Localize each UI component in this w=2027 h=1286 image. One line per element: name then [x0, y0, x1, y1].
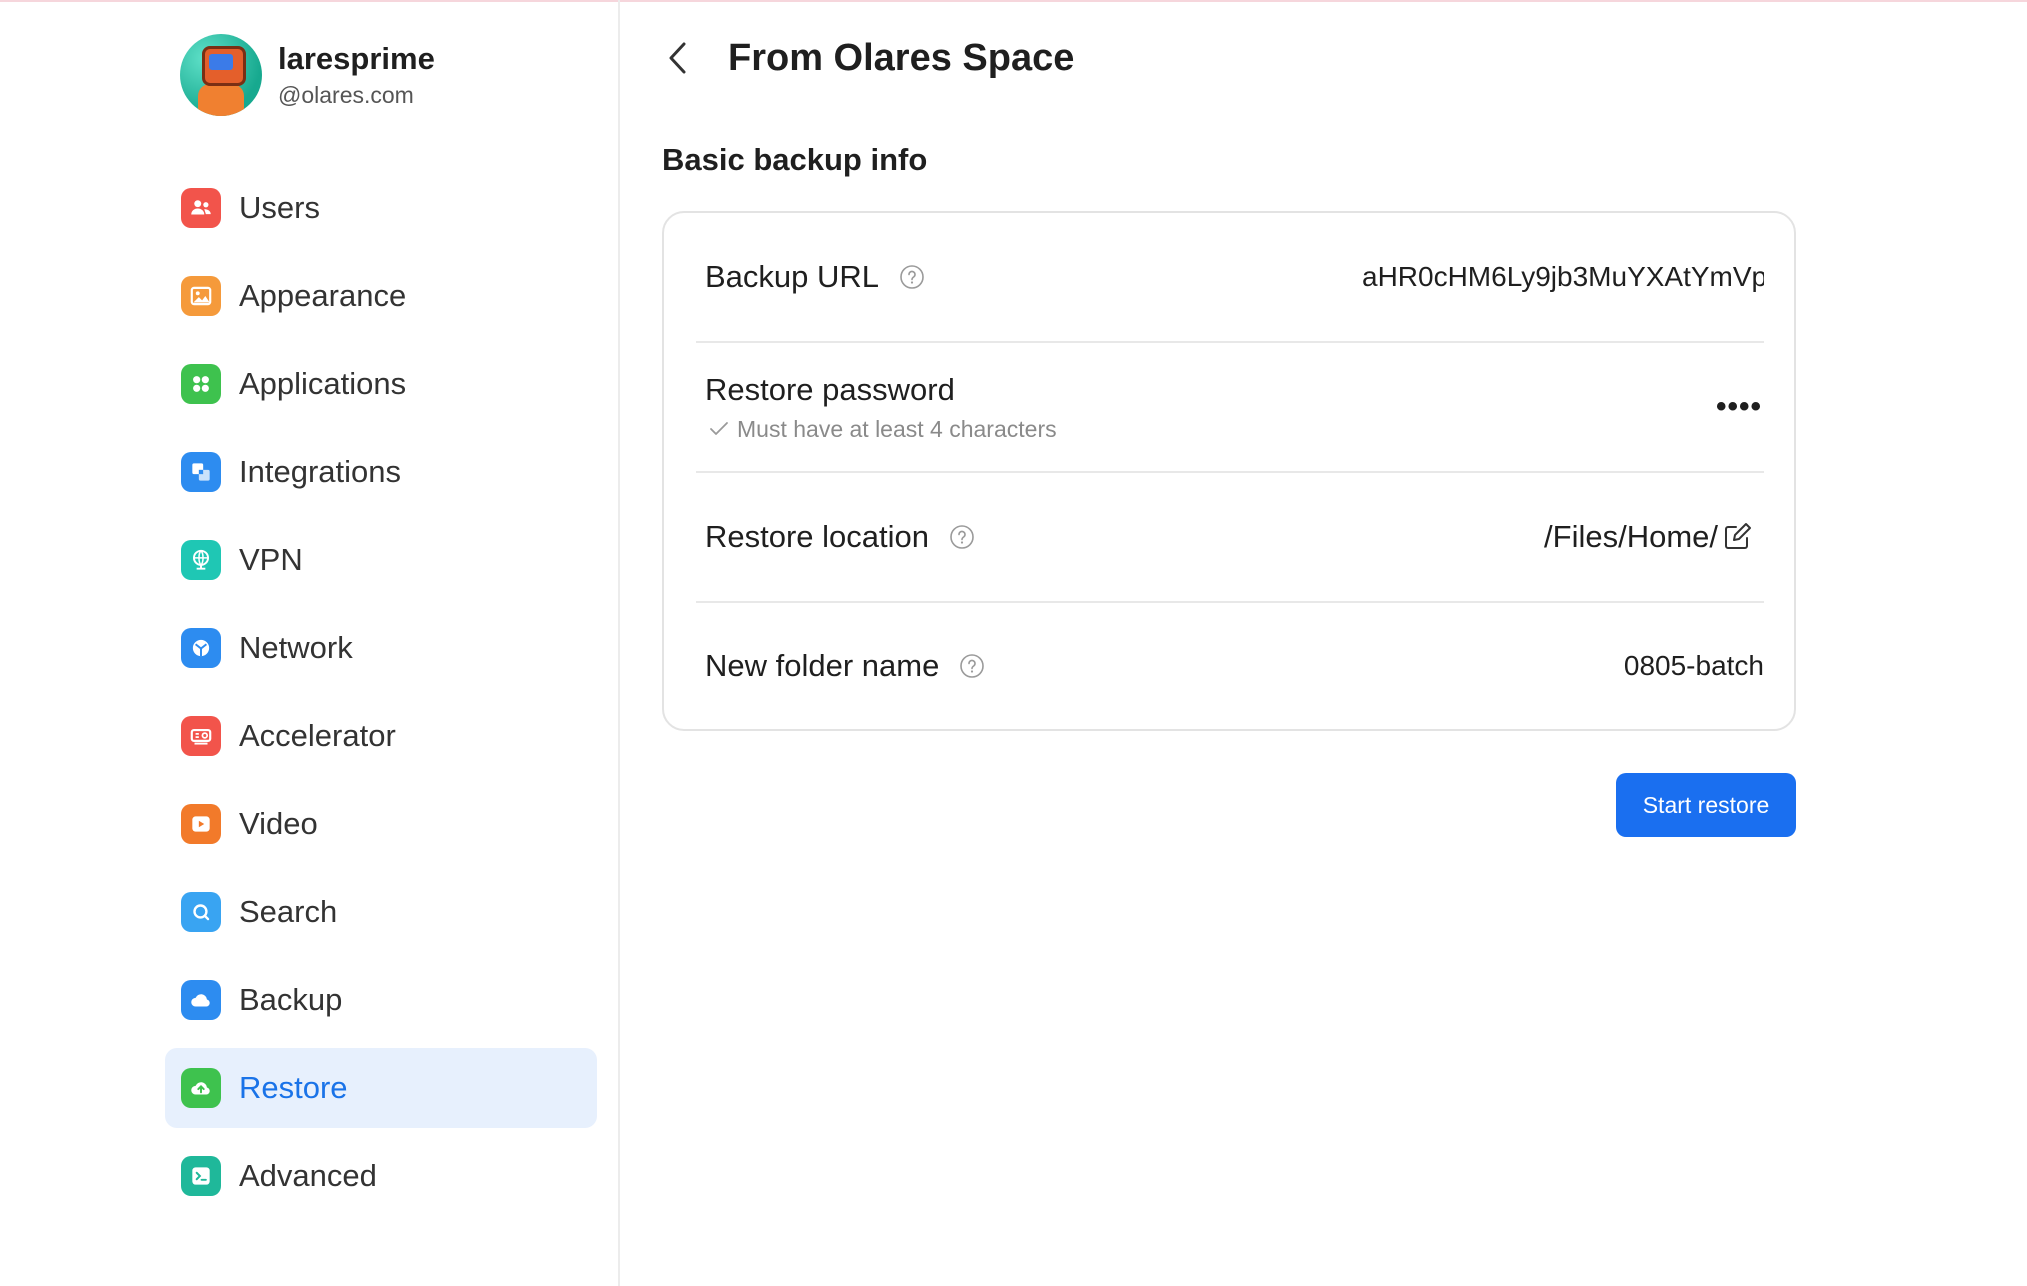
- password-hint: Must have at least 4 characters: [705, 416, 1057, 443]
- sidebar-item-label: Applications: [239, 366, 407, 401]
- restore-password-row: Restore password Must have at least 4 ch…: [696, 343, 1764, 473]
- help-icon[interactable]: [949, 524, 975, 550]
- sidebar-item-advanced[interactable]: Advanced: [165, 1136, 597, 1216]
- restore-location-row: Restore location /Files/Home/: [696, 473, 1764, 603]
- username: laresprime: [278, 41, 435, 76]
- restore-location-value: /Files/Home/: [1544, 519, 1718, 554]
- sidebar-item-accelerator[interactable]: Accelerator: [165, 696, 597, 776]
- sidebar-item-label: Network: [239, 630, 353, 665]
- sidebar-item-label: Video: [239, 806, 318, 841]
- restore-password-label: Restore password: [705, 371, 955, 407]
- restore-location-label: Restore location: [705, 519, 930, 554]
- chevron-left-icon: [669, 42, 686, 74]
- backup-info-card: Backup URL aHR0cHM6Ly9jb3MuYXAtYmVpamluZ…: [662, 211, 1796, 731]
- sidebar-item-label: Restore: [239, 1070, 348, 1105]
- new-folder-label: New folder name: [705, 648, 940, 683]
- sidebar-item-label: Advanced: [239, 1158, 377, 1193]
- cloud-icon: [181, 980, 221, 1020]
- cloud-upload-icon: [181, 1068, 221, 1108]
- new-folder-row: New folder name 0805-batch: [696, 603, 1764, 729]
- restore-password-value[interactable]: ••••: [1716, 390, 1762, 424]
- backup-url-label: Backup URL: [705, 259, 880, 294]
- back-button[interactable]: [660, 30, 696, 86]
- page-title: From Olares Space: [728, 36, 1075, 79]
- sidebar-item-label: Backup: [239, 982, 343, 1017]
- terminal-icon: [181, 1156, 221, 1196]
- sidebar-item-label: VPN: [239, 542, 303, 577]
- play-icon: [181, 804, 221, 844]
- help-icon[interactable]: [959, 653, 985, 679]
- apps-grid-icon: [181, 364, 221, 404]
- sidebar-item-label: Integrations: [239, 454, 401, 489]
- sidebar-item-appearance[interactable]: Appearance: [165, 256, 597, 336]
- globe-icon: [181, 540, 221, 580]
- backup-url-value[interactable]: aHR0cHM6Ly9jb3MuYXAtYmVpamluZy5teXFjbG91…: [1362, 261, 1764, 293]
- users-icon: [181, 188, 221, 228]
- shield-icon: [181, 628, 221, 668]
- sidebar-item-label: Accelerator: [239, 718, 396, 753]
- sidebar-item-restore[interactable]: Restore: [165, 1048, 597, 1128]
- sidebar-item-search[interactable]: Search: [165, 872, 597, 952]
- search-icon: [181, 892, 221, 932]
- check-icon: [710, 422, 728, 435]
- sidebar-item-users[interactable]: Users: [165, 168, 597, 248]
- new-folder-value[interactable]: 0805-batch: [1624, 650, 1764, 682]
- sidebar-item-vpn[interactable]: VPN: [165, 520, 597, 600]
- section-title: Basic backup info: [662, 142, 928, 177]
- start-restore-button[interactable]: Start restore: [1616, 773, 1796, 837]
- sidebar-item-label: Appearance: [239, 278, 407, 313]
- help-icon[interactable]: [899, 264, 925, 290]
- sidebar-item-applications[interactable]: Applications: [165, 344, 597, 424]
- avatar: [180, 34, 262, 116]
- gpu-icon: [181, 716, 221, 756]
- sidebar-item-integrations[interactable]: Integrations: [165, 432, 597, 512]
- sidebar: laresprime @olares.com Users Appearance …: [0, 0, 620, 1286]
- page-header: From Olares Space: [660, 30, 1074, 86]
- sidebar-item-label: Users: [239, 190, 320, 225]
- profile[interactable]: laresprime @olares.com: [180, 34, 435, 116]
- password-hint-text: Must have at least 4 characters: [737, 415, 1057, 442]
- backup-url-row: Backup URL aHR0cHM6Ly9jb3MuYXAtYmVpamluZ…: [696, 213, 1764, 343]
- sidebar-item-label: Search: [239, 894, 338, 929]
- edit-icon[interactable]: [1722, 522, 1752, 552]
- image-icon: [181, 276, 221, 316]
- settings-nav: Users Appearance Applications Integratio…: [165, 168, 597, 1224]
- user-domain: @olares.com: [278, 82, 414, 108]
- sidebar-item-video[interactable]: Video: [165, 784, 597, 864]
- sidebar-item-backup[interactable]: Backup: [165, 960, 597, 1040]
- integrations-icon: [181, 452, 221, 492]
- sidebar-item-network[interactable]: Network: [165, 608, 597, 688]
- main-content: From Olares Space Basic backup info Back…: [620, 0, 2027, 1286]
